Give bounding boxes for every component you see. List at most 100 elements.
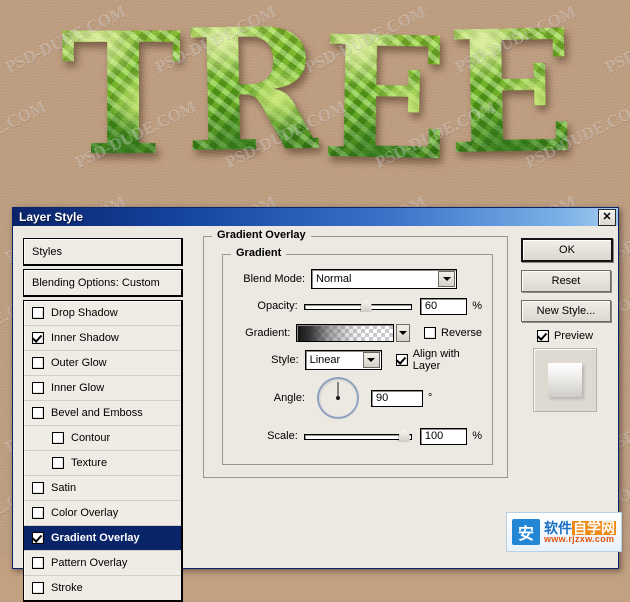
- effect-label: Stroke: [51, 582, 83, 594]
- scale-slider-thumb[interactable]: [398, 429, 410, 442]
- effect-row-stroke[interactable]: Stroke: [24, 576, 181, 600]
- opacity-unit: %: [472, 300, 482, 312]
- align-with-layer-checkbox[interactable]: [395, 354, 408, 366]
- gradient-picker-chevron-down-icon[interactable]: [396, 324, 411, 342]
- row-scale: Scale: 100 %: [233, 425, 482, 447]
- preview-checkbox[interactable]: [536, 330, 549, 342]
- effect-checkbox[interactable]: [32, 357, 44, 369]
- site-logo[interactable]: 安 软件 自学网 www.rjzxw.com: [506, 512, 622, 552]
- styles-header-label: Styles: [32, 245, 62, 258]
- effect-label: Bevel and Emboss: [51, 407, 143, 419]
- logo-chinese: 软件 自学网: [544, 519, 616, 536]
- effect-label: Inner Shadow: [51, 332, 119, 344]
- effect-row-pattern-overlay[interactable]: Pattern Overlay: [24, 551, 181, 576]
- align-with-layer-row[interactable]: Align with Layer: [395, 348, 482, 372]
- dialog-titlebar[interactable]: Layer Style ✕: [13, 208, 618, 226]
- reverse-label: Reverse: [441, 327, 482, 339]
- ok-button-label: OK: [559, 244, 575, 256]
- effect-label: Gradient Overlay: [51, 532, 140, 544]
- effect-checkbox[interactable]: [32, 557, 44, 569]
- logo-mark-icon: 安: [512, 519, 540, 545]
- scale-slider-track: [303, 434, 412, 440]
- preview-thumbnail: [533, 348, 597, 412]
- style-label: Style:: [271, 354, 299, 366]
- opacity-slider-thumb[interactable]: [360, 299, 372, 312]
- effect-row-color-overlay[interactable]: Color Overlay: [24, 501, 181, 526]
- preview-checkbox-row[interactable]: Preview: [521, 330, 609, 342]
- effect-row-inner-glow[interactable]: Inner Glow: [24, 376, 181, 401]
- effect-row-drop-shadow[interactable]: Drop Shadow: [24, 301, 181, 326]
- preview-thumbnail-shape: [548, 363, 582, 397]
- ok-button[interactable]: OK: [521, 238, 613, 262]
- styles-panel: Styles Blending Options: Custom Drop Sha…: [23, 238, 183, 602]
- reverse-checkbox[interactable]: [424, 327, 437, 339]
- effect-checkbox[interactable]: [52, 432, 64, 444]
- angle-dial[interactable]: [317, 377, 359, 419]
- angle-dial-hub: [336, 396, 340, 400]
- effect-checkbox[interactable]: [32, 307, 44, 319]
- new-style-button-label: New Style...: [536, 305, 596, 317]
- effect-row-inner-shadow[interactable]: Inner Shadow: [24, 326, 181, 351]
- effect-row-texture[interactable]: Texture: [24, 451, 181, 476]
- new-style-button[interactable]: New Style...: [521, 300, 611, 322]
- scale-slider[interactable]: [303, 429, 412, 443]
- angle-label: Angle:: [273, 392, 305, 404]
- tree-letter-e1: E: [319, 0, 446, 199]
- reset-button[interactable]: Reset: [521, 270, 611, 292]
- chevron-down-icon[interactable]: [438, 271, 455, 287]
- gradient-swatch[interactable]: [296, 324, 395, 342]
- effect-row-satin[interactable]: Satin: [24, 476, 181, 501]
- reverse-checkbox-row[interactable]: Reverse: [424, 327, 482, 339]
- style-select[interactable]: Linear: [304, 350, 382, 370]
- effect-checkbox[interactable]: [32, 532, 44, 544]
- chevron-down-icon[interactable]: [362, 352, 380, 368]
- blend-mode-label: Blend Mode:: [243, 273, 305, 285]
- style-value: Linear: [309, 354, 341, 366]
- effect-label: Contour: [71, 432, 111, 444]
- blending-options-row[interactable]: Blending Options: Custom: [23, 269, 183, 297]
- row-angle: Angle: 90 °: [233, 376, 482, 420]
- effect-checkbox[interactable]: [32, 482, 44, 494]
- logo-url: www.rjzxw.com: [544, 533, 615, 544]
- effect-row-outer-glow[interactable]: Outer Glow: [24, 351, 181, 376]
- styles-header[interactable]: Styles: [23, 238, 183, 266]
- row-style: Style: Linear Align with Layer: [233, 348, 482, 372]
- effect-row-bevel-and-emboss[interactable]: Bevel and Emboss: [24, 401, 181, 426]
- opacity-slider-track: [303, 304, 412, 310]
- logo-cn-part1: 软件: [544, 519, 572, 536]
- effect-checkbox[interactable]: [32, 382, 44, 394]
- reset-button-label: Reset: [551, 275, 581, 287]
- opacity-input[interactable]: 60: [419, 297, 468, 315]
- effect-checkbox[interactable]: [32, 507, 44, 519]
- effect-checkbox[interactable]: [32, 582, 44, 594]
- scale-value: 100: [424, 430, 444, 442]
- logo-cn-part2: 自学网: [572, 519, 616, 536]
- group-title: Gradient: [231, 247, 287, 259]
- section-gradient-overlay: Gradient Overlay Gradient Blend Mode: No…: [203, 229, 508, 478]
- effect-row-gradient-overlay[interactable]: Gradient Overlay: [24, 526, 181, 551]
- tree-text: T R E E: [0, 0, 630, 200]
- section-title: Gradient Overlay: [212, 229, 311, 241]
- effect-checkbox[interactable]: [32, 332, 44, 344]
- scale-unit: %: [472, 430, 482, 442]
- tree-letter-t: T: [60, 0, 180, 193]
- logo-text: 软件 自学网 www.rjzxw.com: [544, 519, 616, 544]
- effects-list: Drop Shadow Inner Shadow Outer Glow Inner G…: [23, 300, 183, 602]
- tree-letter-r: R: [181, 0, 319, 191]
- effect-label: Texture: [71, 457, 108, 469]
- align-with-layer-label: Align with Layer: [412, 348, 460, 372]
- effect-checkbox[interactable]: [52, 457, 64, 469]
- opacity-label: Opacity:: [257, 300, 298, 312]
- scale-label: Scale:: [267, 430, 298, 442]
- effect-checkbox[interactable]: [32, 407, 44, 419]
- blend-mode-select[interactable]: Normal: [311, 269, 457, 289]
- effect-label: Drop Shadow: [51, 307, 118, 319]
- preview-label: Preview: [553, 330, 594, 342]
- angle-input[interactable]: 90: [371, 389, 423, 407]
- row-blend-mode: Blend Mode: Normal: [233, 268, 482, 290]
- dialog-title: Layer Style: [19, 210, 84, 224]
- close-icon[interactable]: ✕: [598, 208, 616, 226]
- scale-input[interactable]: 100: [419, 427, 468, 445]
- effect-row-contour[interactable]: Contour: [24, 426, 181, 451]
- opacity-slider[interactable]: [303, 299, 412, 313]
